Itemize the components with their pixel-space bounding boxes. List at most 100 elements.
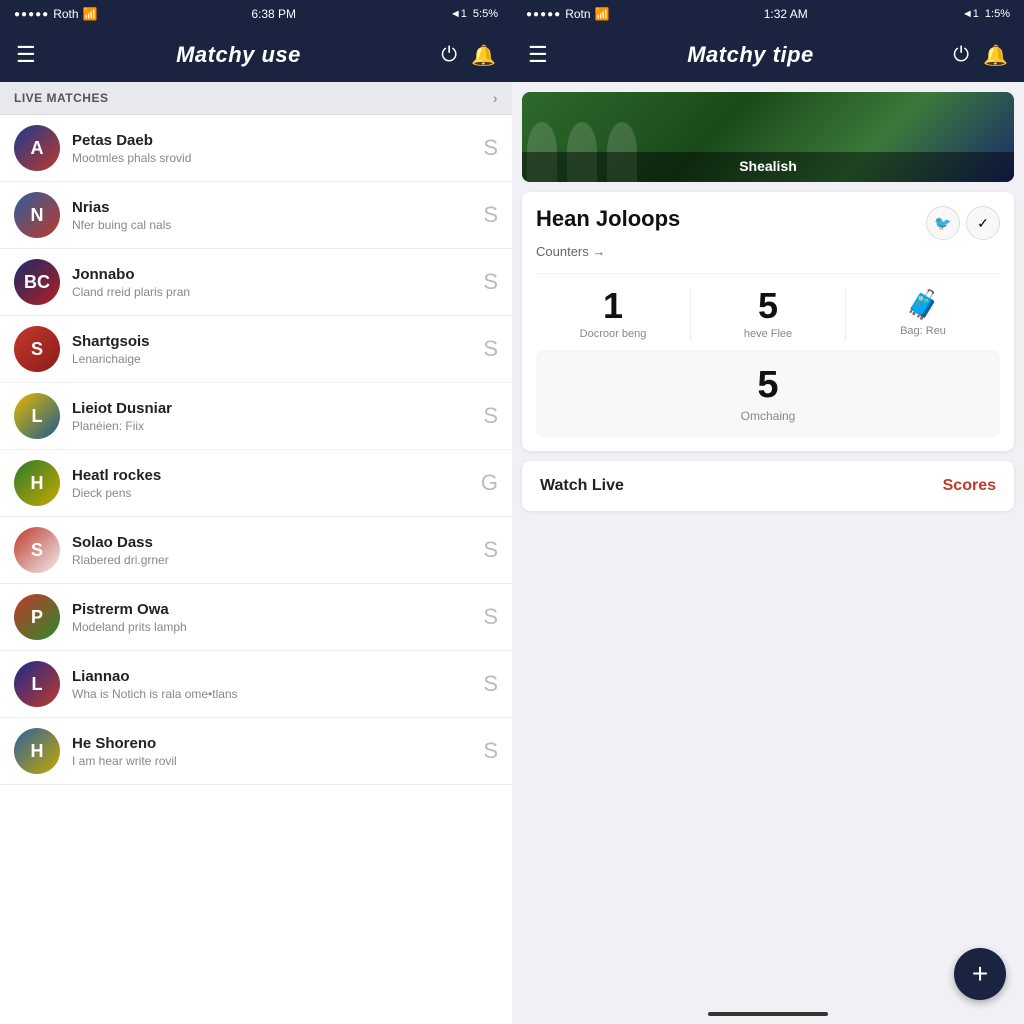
match-item[interactable]: H He Shoreno I am hear write rovil S xyxy=(0,718,512,785)
match-name: Jonnabo xyxy=(72,266,483,283)
left-section-label: LIVE MATCHES xyxy=(14,91,108,105)
match-name: Liannao xyxy=(72,668,483,685)
match-info: Heatl rockes Dieck pens xyxy=(72,467,481,500)
team-logo: P xyxy=(14,594,60,640)
team-logo: S xyxy=(14,326,60,372)
match-name: Solao Dass xyxy=(72,534,483,551)
stat-1: 1 Docroor beng xyxy=(536,288,691,340)
match-item[interactable]: N Nrias Nfer buing cal nals S xyxy=(0,182,512,249)
left-status-left: ●●●●● Roth 📶 xyxy=(14,7,98,21)
left-signal-dots: ●●●●● xyxy=(14,9,49,20)
match-info: Liannao Wha is Notich is rala ome•tlans xyxy=(72,668,483,701)
match-info: Jonnabo Cland rreid plaris pran xyxy=(72,266,483,299)
left-hamburger-icon[interactable]: ☰ xyxy=(16,42,36,68)
right-header-icons: ⏻ 🔔 xyxy=(953,43,1008,68)
team-logo: S xyxy=(14,527,60,573)
match-score-icon: S xyxy=(483,671,498,697)
right-status-right: ◄1 1:5% xyxy=(962,8,1010,20)
right-wifi-icon: 📶 xyxy=(595,7,610,21)
left-wifi-icon: 📶 xyxy=(83,7,98,21)
match-score-icon: S xyxy=(483,269,498,295)
match-score-icon: G xyxy=(481,470,498,496)
twitter-button[interactable]: 🐦 xyxy=(926,206,960,240)
stat-2-label: heve Flee xyxy=(699,328,837,340)
match-item[interactable]: S Shartgsois Lenarichaige S xyxy=(0,316,512,383)
team-logo: N xyxy=(14,192,60,238)
match-name: Shartgsois xyxy=(72,333,483,350)
match-name: Lieiot Dusniar xyxy=(72,400,483,417)
match-sub: Rlabered dri.grner xyxy=(72,553,483,567)
match-name: Nrias xyxy=(72,199,483,216)
match-score-icon: S xyxy=(483,202,498,228)
match-item[interactable]: L Liannao Wha is Notich is rala ome•tlan… xyxy=(0,651,512,718)
hero-overlay: Shealish xyxy=(522,152,1014,182)
match-item[interactable]: S Solao Dass Rlabered dri.grner S xyxy=(0,517,512,584)
team-logo: H xyxy=(14,460,60,506)
watch-live-scores: Scores xyxy=(943,477,996,495)
right-bell-icon[interactable]: 🔔 xyxy=(983,43,1008,68)
left-bell-icon[interactable]: 🔔 xyxy=(471,43,496,68)
bag-icon: 🧳 xyxy=(854,288,992,321)
left-app-title: Matchy use xyxy=(176,42,301,68)
match-hero-image: Shealish xyxy=(522,92,1014,182)
match-info: Petas Daeb Mootmles phals srovid xyxy=(72,132,483,165)
right-app-header: ☰ Matchy tipe ⏻ 🔔 xyxy=(512,28,1024,82)
match-score-icon: S xyxy=(483,403,498,429)
stat-sub-label: Omchaing xyxy=(550,409,986,423)
hero-label: Shealish xyxy=(739,158,797,174)
team-logo: H xyxy=(14,728,60,774)
match-info: Solao Dass Rlabered dri.grner xyxy=(72,534,483,567)
left-time: 6:38 PM xyxy=(251,7,296,21)
match-sub: I am hear write rovil xyxy=(72,754,483,768)
left-section-header[interactable]: LIVE MATCHES › xyxy=(0,82,512,115)
match-item[interactable]: H Heatl rockes Dieck pens G xyxy=(0,450,512,517)
match-info: He Shoreno I am hear write rovil xyxy=(72,735,483,768)
right-battery: 1:5% xyxy=(985,8,1010,20)
match-info: Lieiot Dusniar Planéien: Fiix xyxy=(72,400,483,433)
right-app-title: Matchy tipe xyxy=(687,42,814,68)
stat-sub-value: 5 xyxy=(550,364,986,407)
stat-sub-card: 5 Omchaing xyxy=(536,350,1000,437)
match-score-icon: S xyxy=(483,537,498,563)
right-detail-content: Shealish Hean Joloops 🐦 ✓ Counters → xyxy=(512,82,1024,1004)
match-info: Shartgsois Lenarichaige xyxy=(72,333,483,366)
match-sub: Cland rreid plaris pran xyxy=(72,285,483,299)
left-status-bar: ●●●●● Roth 📶 6:38 PM ◄1 5:5% xyxy=(0,0,512,28)
detail-sub: Counters → xyxy=(536,244,1000,259)
match-score-icon: S xyxy=(483,738,498,764)
right-carrier: Rotn xyxy=(565,7,590,21)
match-sub: Nfer buing cal nals xyxy=(72,218,483,232)
match-title: Hean Joloops xyxy=(536,206,680,232)
check-icon: ✓ xyxy=(977,215,989,232)
match-detail-card: Hean Joloops 🐦 ✓ Counters → 1 Docroor be xyxy=(522,192,1014,451)
left-carrier: Roth xyxy=(53,7,78,21)
right-panel: ●●●●● Rotn 📶 1:32 AM ◄1 1:5% ☰ Matchy ti… xyxy=(512,0,1024,1024)
match-sub: Modeland prits lamph xyxy=(72,620,483,634)
social-buttons: 🐦 ✓ xyxy=(926,206,1000,240)
check-button[interactable]: ✓ xyxy=(966,206,1000,240)
right-power-icon[interactable]: ⏻ xyxy=(953,44,969,67)
stat-2: 5 heve Flee xyxy=(691,288,846,340)
right-time: 1:32 AM xyxy=(764,7,808,21)
fab-plus-icon: + xyxy=(972,958,988,990)
match-score-icon: S xyxy=(483,336,498,362)
home-indicator xyxy=(708,1012,828,1016)
fab-add-button[interactable]: + xyxy=(954,948,1006,1000)
match-stats: 1 Docroor beng 5 heve Flee 🧳 Bag: Reu xyxy=(536,273,1000,340)
left-status-right: ◄1 5:5% xyxy=(450,8,498,20)
stat-1-value: 1 xyxy=(544,288,682,324)
match-item[interactable]: L Lieiot Dusniar Planéien: Fiix S xyxy=(0,383,512,450)
twitter-icon: 🐦 xyxy=(934,215,951,232)
team-logo: L xyxy=(14,661,60,707)
left-section-chevron-icon: › xyxy=(493,90,498,106)
match-score-icon: S xyxy=(483,135,498,161)
left-header-icons: ⏻ 🔔 xyxy=(441,43,496,68)
watch-live-card[interactable]: Watch Live Scores xyxy=(522,461,1014,511)
match-score-icon: S xyxy=(483,604,498,630)
detail-header: Hean Joloops 🐦 ✓ xyxy=(536,206,1000,240)
right-hamburger-icon[interactable]: ☰ xyxy=(528,42,548,68)
match-item[interactable]: BC Jonnabo Cland rreid plaris pran S xyxy=(0,249,512,316)
match-item[interactable]: P Pistrerm Owa Modeland prits lamph S xyxy=(0,584,512,651)
left-power-icon[interactable]: ⏻ xyxy=(441,44,457,67)
match-item[interactable]: A Petas Daeb Mootmles phals srovid S xyxy=(0,115,512,182)
